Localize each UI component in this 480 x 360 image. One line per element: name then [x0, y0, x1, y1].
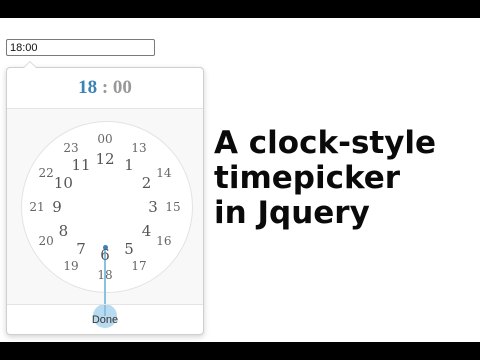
letterbox-bottom [0, 342, 480, 360]
inner-tick-1[interactable]: 1 [124, 156, 134, 174]
outer-tick-16[interactable]: 16 [156, 234, 171, 248]
hours-display[interactable]: 18 [78, 77, 97, 98]
outer-tick-17[interactable]: 17 [131, 259, 146, 273]
minutes-display[interactable]: 00 [113, 77, 132, 98]
time-separator: : [101, 77, 109, 98]
done-button[interactable]: Done [7, 304, 203, 335]
outer-tick-20[interactable]: 20 [38, 234, 53, 248]
outer-tick-00[interactable]: 00 [97, 132, 112, 146]
inner-tick-3[interactable]: 3 [148, 198, 158, 216]
inner-tick-12[interactable]: 12 [95, 150, 114, 168]
outer-tick-18[interactable]: 18 [97, 268, 112, 282]
outer-tick-22[interactable]: 22 [38, 166, 53, 180]
inner-tick-6[interactable]: 6 [100, 246, 110, 264]
clock-area: 00 13 14 15 16 17 18 19 20 21 22 23 12 1 2 3 4 5 6 7 8 9 10 11 [7, 109, 203, 328]
inner-tick-5[interactable]: 5 [124, 240, 134, 258]
inner-tick-2[interactable]: 2 [142, 174, 152, 192]
outer-tick-23[interactable]: 23 [63, 141, 78, 155]
outer-tick-14[interactable]: 14 [156, 166, 171, 180]
clockpicker-popover: 18 : 00 00 13 14 15 16 17 18 19 20 21 22 23 12 1 2 3 4 5 6… [6, 61, 204, 335]
inner-tick-4[interactable]: 4 [142, 222, 152, 240]
video-headline: A clock-style timepicker in Jquery [214, 126, 436, 231]
inner-tick-7[interactable]: 7 [76, 240, 86, 258]
outer-tick-21[interactable]: 21 [29, 200, 44, 214]
inner-tick-11[interactable]: 11 [71, 156, 90, 174]
letterbox-top [0, 0, 480, 18]
outer-tick-15[interactable]: 15 [165, 200, 180, 214]
inner-tick-9[interactable]: 9 [52, 198, 62, 216]
outer-tick-19[interactable]: 19 [63, 259, 78, 273]
headline-line-1: A clock-style [214, 125, 437, 161]
headline-line-3: in Jquery [214, 195, 370, 231]
inner-tick-10[interactable]: 10 [54, 174, 73, 192]
outer-tick-13[interactable]: 13 [131, 141, 146, 155]
time-display: 18 : 00 [7, 68, 203, 109]
time-input[interactable] [6, 39, 155, 56]
headline-line-2: timepicker [214, 160, 401, 196]
inner-tick-8[interactable]: 8 [59, 222, 69, 240]
